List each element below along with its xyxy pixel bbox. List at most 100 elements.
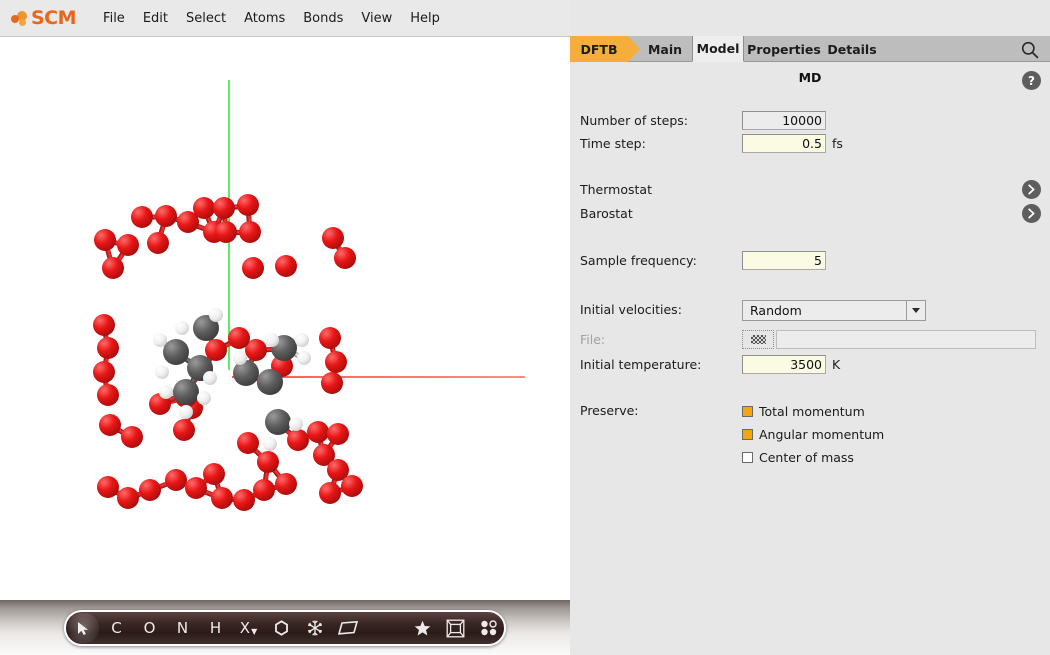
row-thermostat[interactable]: Thermostat xyxy=(570,180,1050,201)
atom-h[interactable] xyxy=(265,333,279,347)
atom-o[interactable] xyxy=(322,227,344,249)
atom-o[interactable] xyxy=(97,337,119,359)
crystal-tool[interactable] xyxy=(299,613,330,643)
dots-tool[interactable] xyxy=(473,613,504,643)
atom-o[interactable] xyxy=(237,194,259,216)
atom-h[interactable] xyxy=(297,351,311,365)
menu-item-view[interactable]: View xyxy=(352,8,401,29)
atom-o[interactable] xyxy=(334,247,356,269)
atom-o[interactable] xyxy=(253,479,275,501)
file-input[interactable] xyxy=(776,330,1036,349)
atom-o[interactable] xyxy=(102,257,124,279)
menu-item-help[interactable]: Help xyxy=(401,8,449,29)
menu-item-edit[interactable]: Edit xyxy=(134,8,177,29)
atom-o[interactable] xyxy=(341,475,363,497)
carbon-tool[interactable]: C xyxy=(101,613,132,643)
time-step-input[interactable]: 0.5 xyxy=(742,134,826,153)
atom-o[interactable] xyxy=(203,463,225,485)
atom-o[interactable] xyxy=(139,479,161,501)
atom-h[interactable] xyxy=(203,371,217,385)
atom-o[interactable] xyxy=(94,229,116,251)
atom-o[interactable] xyxy=(165,469,187,491)
plane-tool[interactable] xyxy=(332,613,363,643)
preserve-total-momentum-checkbox[interactable]: Total momentum xyxy=(742,401,865,421)
menu-item-bonds[interactable]: Bonds xyxy=(294,8,352,29)
atom-o[interactable] xyxy=(233,489,255,511)
atom-c[interactable] xyxy=(265,409,291,435)
atom-o[interactable] xyxy=(321,372,343,394)
atom-o[interactable] xyxy=(213,197,235,219)
select-arrow-tool[interactable] xyxy=(68,613,99,643)
nitrogen-tool[interactable]: N xyxy=(167,613,198,643)
atom-o[interactable] xyxy=(173,419,195,441)
atom-h[interactable] xyxy=(153,333,167,347)
row-barostat[interactable]: Barostat xyxy=(570,204,1050,225)
cell-box-tool[interactable] xyxy=(440,613,471,643)
favorites-tool[interactable] xyxy=(407,613,438,643)
atom-h[interactable] xyxy=(289,417,303,431)
atom-o[interactable] xyxy=(228,327,250,349)
atom-o[interactable] xyxy=(307,421,329,443)
atom-o[interactable] xyxy=(121,426,143,448)
oxygen-tool[interactable]: O xyxy=(134,613,165,643)
atom-o[interactable] xyxy=(325,351,347,373)
atom-o[interactable] xyxy=(99,414,121,436)
atom-o[interactable] xyxy=(147,232,169,254)
atom-c[interactable] xyxy=(173,379,199,405)
preserve-angular-momentum-checkbox[interactable]: Angular momentum xyxy=(742,424,884,444)
atom-o[interactable] xyxy=(239,221,261,243)
atom-o[interactable] xyxy=(257,451,279,473)
atom-o[interactable] xyxy=(319,482,341,504)
atom-o[interactable] xyxy=(117,487,139,509)
atom-c[interactable] xyxy=(257,369,283,395)
molecule-viewport[interactable] xyxy=(0,37,570,600)
atom-h[interactable] xyxy=(197,391,211,405)
barostat-expand-chevron-right-icon[interactable] xyxy=(1022,204,1041,223)
atom-o[interactable] xyxy=(93,314,115,336)
atom-o[interactable] xyxy=(131,206,153,228)
atom-o[interactable] xyxy=(97,384,119,406)
atom-o[interactable] xyxy=(117,234,139,256)
atom-h[interactable] xyxy=(175,321,189,335)
help-icon[interactable]: ? xyxy=(1022,71,1041,90)
atom-o[interactable] xyxy=(275,473,297,495)
menu-item-atoms[interactable]: Atoms xyxy=(235,8,294,29)
initial-velocities-select[interactable]: Random xyxy=(742,300,926,321)
atom-h[interactable] xyxy=(233,351,247,365)
atom-o[interactable] xyxy=(237,432,259,454)
atom-o[interactable] xyxy=(185,477,207,499)
thermostat-expand-chevron-right-icon[interactable] xyxy=(1022,180,1041,199)
atom-o[interactable] xyxy=(319,327,341,349)
tab-properties[interactable]: Properties xyxy=(746,36,822,62)
atom-h[interactable] xyxy=(263,437,277,451)
menu-item-file[interactable]: File xyxy=(94,8,134,29)
atom-o[interactable] xyxy=(287,429,309,451)
tab-details[interactable]: Details xyxy=(824,36,880,62)
atom-o[interactable] xyxy=(275,255,297,277)
tab-main[interactable]: Main xyxy=(640,36,690,62)
atom-h[interactable] xyxy=(155,365,169,379)
atom-o[interactable] xyxy=(97,476,119,498)
atom-o[interactable] xyxy=(93,361,115,383)
ring-tool[interactable] xyxy=(266,613,297,643)
number-of-steps-input[interactable]: 10000 xyxy=(742,111,826,130)
initial-temperature-input[interactable]: 3500 xyxy=(742,355,826,374)
atom-o[interactable] xyxy=(155,205,177,227)
atom-h[interactable] xyxy=(159,385,173,399)
sample-frequency-input[interactable]: 5 xyxy=(742,251,826,270)
menu-item-select[interactable]: Select xyxy=(177,8,235,29)
atom-c[interactable] xyxy=(163,339,189,365)
tab-model[interactable]: Model xyxy=(692,36,744,62)
atom-h[interactable] xyxy=(209,308,223,322)
atom-h[interactable] xyxy=(295,333,309,347)
atom-o[interactable] xyxy=(193,197,215,219)
tab-dftb-module[interactable]: DFTB xyxy=(570,36,628,62)
file-browse-icon[interactable] xyxy=(742,330,774,349)
hydrogen-tool[interactable]: H xyxy=(200,613,231,643)
draw-toolbar[interactable]: C O N H X ▼ xyxy=(64,610,506,646)
atom-o[interactable] xyxy=(211,487,233,509)
search-icon[interactable] xyxy=(1020,40,1040,60)
atom-o[interactable] xyxy=(215,221,237,243)
atom-h[interactable] xyxy=(179,405,193,419)
preserve-center-of-mass-checkbox[interactable]: Center of mass xyxy=(742,447,854,467)
